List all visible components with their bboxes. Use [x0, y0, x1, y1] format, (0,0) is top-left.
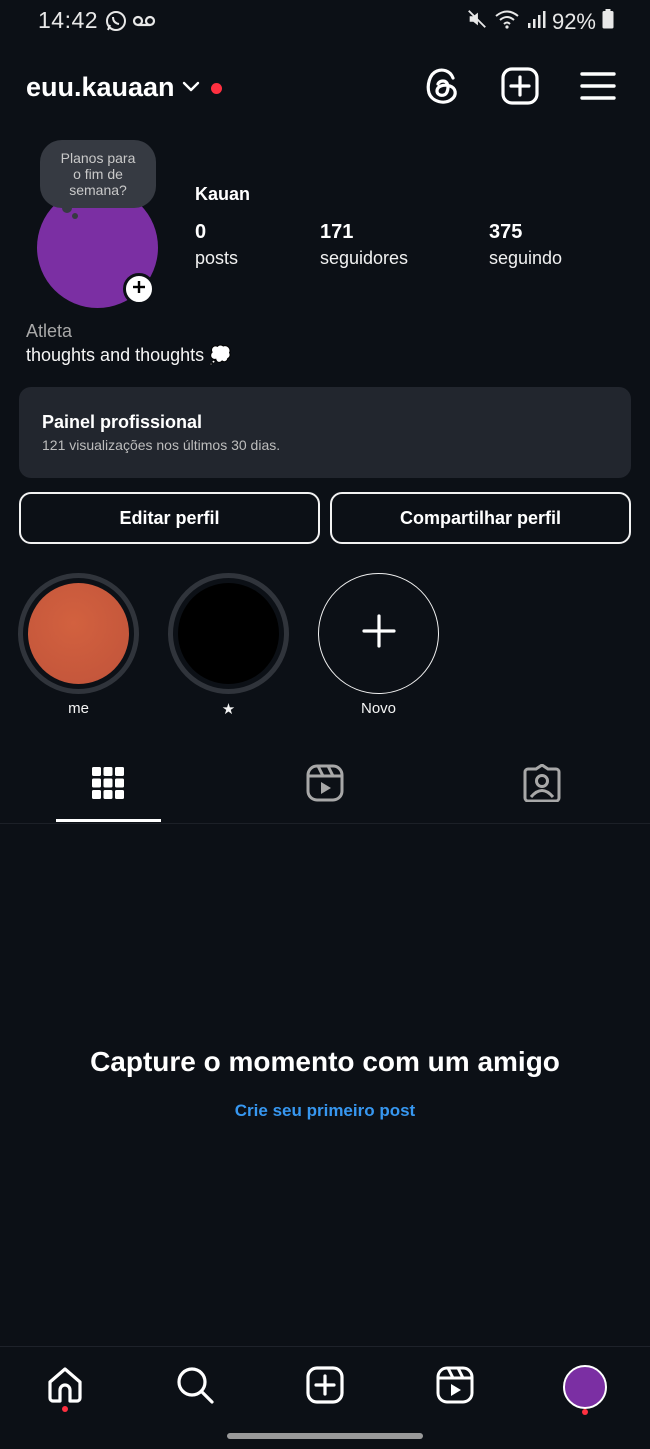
chevron-down-icon[interactable] — [181, 80, 201, 99]
profile-avatar — [563, 1365, 607, 1409]
voicemail-icon — [132, 9, 156, 38]
mute-icon — [466, 8, 488, 35]
home-icon — [45, 1365, 85, 1410]
posts-count: 0 — [195, 221, 207, 243]
edit-profile-button[interactable]: Editar perfil — [19, 492, 320, 544]
divider — [0, 1346, 650, 1347]
plus-icon — [131, 279, 147, 300]
display-name: Kauan — [195, 184, 251, 204]
posts-label: posts — [195, 248, 239, 268]
nav-search[interactable] — [170, 1362, 220, 1412]
search-icon — [175, 1365, 215, 1410]
tab-reels[interactable] — [295, 760, 355, 810]
profile-username[interactable]: euu.kauaan — [26, 72, 175, 103]
empty-state-title: Capture o momento com um amigo — [90, 1046, 560, 1077]
gesture-bar — [227, 1433, 423, 1439]
tab-tagged[interactable] — [512, 760, 572, 810]
status-bar: 14:42 92% — [0, 0, 650, 44]
create-icon — [306, 1365, 344, 1409]
reels-icon — [436, 1366, 474, 1409]
notification-dot — [211, 83, 222, 94]
nav-home[interactable] — [40, 1362, 90, 1412]
signal-icon — [526, 9, 546, 34]
note-bubble[interactable]: Planos para o fim de semana? — [40, 140, 156, 208]
create-post-button[interactable] — [498, 66, 542, 110]
tagged-icon — [523, 763, 561, 807]
note-tail-small — [72, 213, 78, 219]
highlight-star[interactable] — [168, 573, 289, 694]
new-highlight-button[interactable] — [318, 573, 439, 694]
followers-label[interactable]: seguidores — [320, 248, 408, 269]
grid-icon — [92, 766, 124, 804]
whatsapp-icon — [104, 9, 128, 38]
reels-icon — [306, 764, 344, 807]
highlight-label: Novo — [360, 700, 397, 717]
panel-title: Painel profissional — [42, 412, 203, 432]
profile-bio: thoughts and thoughts 💭 — [26, 345, 232, 365]
create-post-icon — [501, 66, 539, 110]
create-first-post-link[interactable]: Crie seu primeiro post — [0, 1101, 650, 1121]
plus-icon — [361, 614, 396, 653]
menu-button[interactable] — [576, 66, 620, 110]
wifi-icon — [494, 8, 520, 35]
nav-create[interactable] — [300, 1362, 350, 1412]
divider — [0, 823, 650, 824]
tab-posts[interactable] — [78, 760, 138, 810]
add-story-button[interactable] — [123, 273, 155, 305]
home-notification-dot — [62, 1406, 68, 1412]
profile-notification-dot — [582, 1409, 588, 1415]
share-profile-button[interactable]: Compartilhar perfil — [330, 492, 631, 544]
menu-icon — [580, 70, 616, 107]
profile-category: Atleta — [26, 321, 73, 341]
threads-icon — [423, 66, 461, 111]
battery-icon — [602, 9, 614, 34]
nav-profile[interactable] — [560, 1362, 610, 1412]
highlight-me[interactable] — [18, 573, 139, 694]
following-count[interactable]: 375 — [489, 221, 522, 244]
highlight-label: ★ — [221, 701, 236, 718]
followers-count[interactable]: 171 — [320, 221, 353, 244]
highlight-cover — [28, 583, 129, 684]
battery-percent: 92% — [551, 8, 596, 34]
following-label[interactable]: seguindo — [489, 248, 562, 269]
panel-subtitle: 121 visualizações nos últimos 30 dias. — [42, 437, 281, 453]
active-tab-indicator — [56, 819, 161, 822]
note-text: Planos para o fim de semana? — [60, 150, 136, 198]
highlight-label: me — [68, 700, 89, 717]
status-time: 14:42 — [38, 7, 99, 33]
nav-reels[interactable] — [430, 1362, 480, 1412]
highlight-cover — [178, 583, 279, 684]
threads-button[interactable] — [420, 66, 464, 110]
